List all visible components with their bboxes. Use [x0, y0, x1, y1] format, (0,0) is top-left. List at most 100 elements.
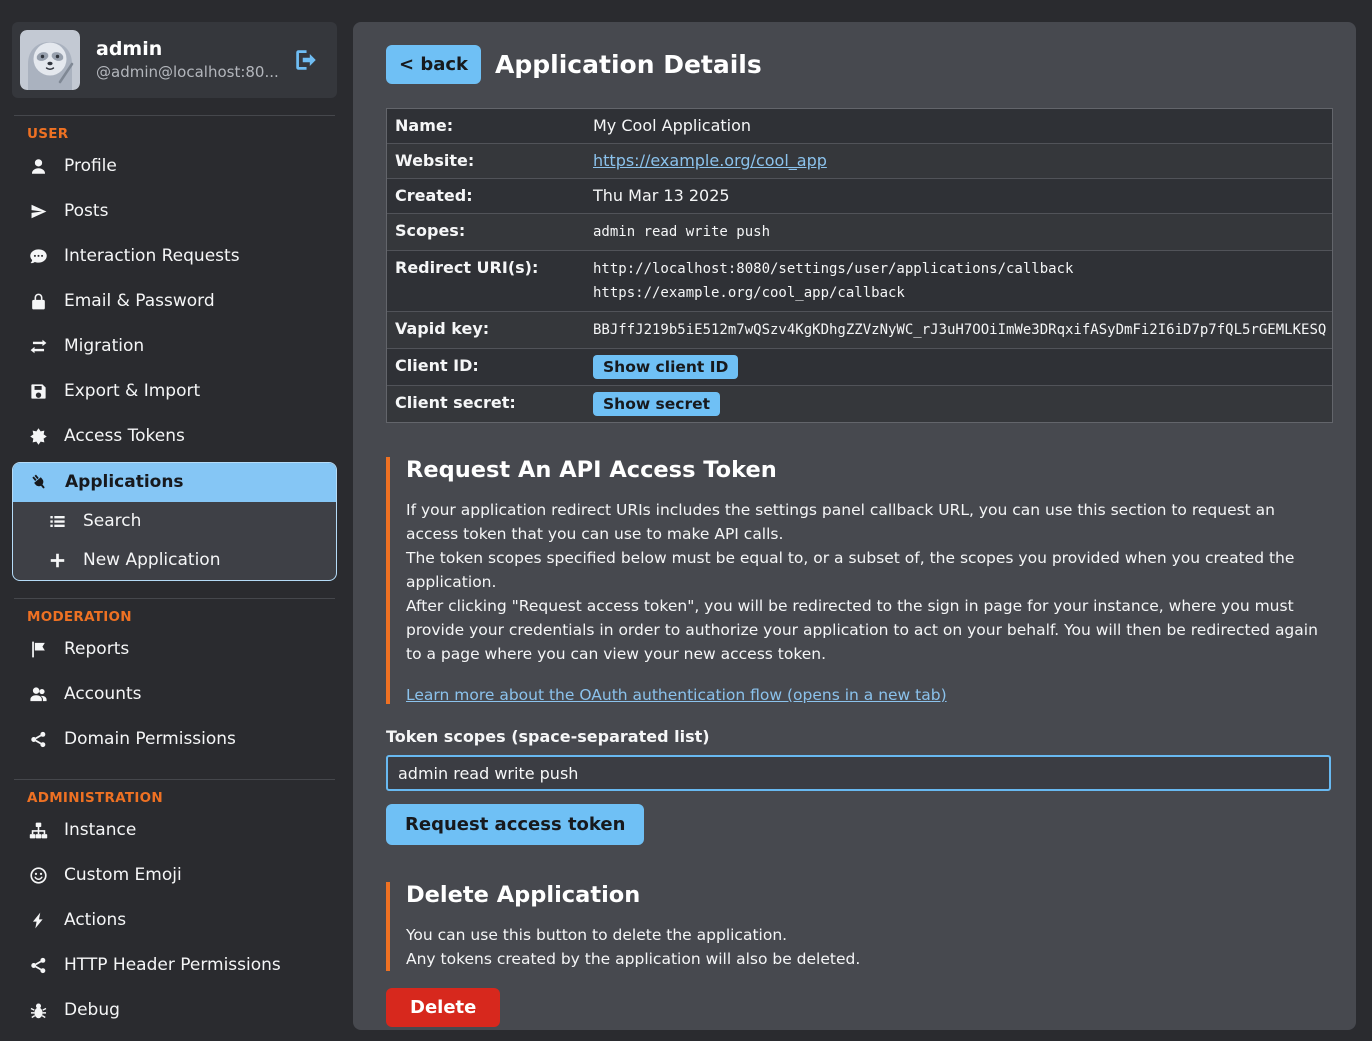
section-label-administration: ADMINISTRATION — [27, 790, 337, 806]
row-label: Vapid key: — [387, 312, 585, 348]
sidebar-item-export-import[interactable]: Export & Import — [12, 369, 337, 414]
oauth-docs-link[interactable]: Learn more about the OAuth authenticatio… — [406, 686, 947, 704]
sidebar-item-label: Search — [83, 510, 141, 533]
sidebar-item-label: Reports — [64, 638, 129, 661]
users-icon — [29, 685, 48, 704]
sidebar-item-label: Posts — [64, 200, 108, 223]
delete-application-section: Delete Application You can use this butt… — [386, 882, 1325, 1027]
page-header: < back Application Details — [386, 45, 1325, 84]
website-link[interactable]: https://example.org/cool_app — [593, 151, 827, 170]
sidebar-item-access-tokens[interactable]: Access Tokens — [12, 414, 337, 459]
token-scopes-input[interactable] — [386, 755, 1331, 791]
row-label: Name: — [387, 109, 585, 143]
description-paragraph: The token scopes specified below must be… — [406, 546, 1325, 594]
comment-dots-icon — [29, 247, 48, 266]
user-meta: admin @admin@localhost:80... — [96, 37, 277, 83]
show-client-id-button[interactable]: Show client ID — [593, 355, 738, 379]
table-row-scopes: Scopes: admin read write push — [387, 214, 1332, 251]
sidebar-item-label: Custom Emoji — [64, 864, 182, 887]
show-secret-button[interactable]: Show secret — [593, 392, 720, 416]
sidebar-item-label: Accounts — [64, 683, 142, 706]
paper-plane-icon — [29, 202, 48, 221]
sidebar-item-applications[interactable]: Applications — [13, 463, 336, 502]
plus-icon — [48, 551, 67, 570]
exchange-arrows-icon — [29, 337, 48, 356]
sidebar-item-debug[interactable]: Debug — [12, 988, 337, 1033]
sidebar-item-label: HTTP Header Permissions — [64, 954, 281, 977]
description-line: You can use this button to delete the ap… — [406, 923, 1325, 947]
share-nodes-icon — [29, 956, 48, 975]
divider — [14, 598, 335, 599]
share-nodes-icon — [29, 730, 48, 749]
row-label: Client secret: — [387, 386, 585, 422]
sidebar-item-custom-emoji[interactable]: Custom Emoji — [12, 853, 337, 898]
sidebar-item-label: Debug — [64, 999, 120, 1022]
sidebar-item-label: Export & Import — [64, 380, 200, 403]
row-label: Website: — [387, 144, 585, 178]
sidebar-item-accounts[interactable]: Accounts — [12, 672, 337, 717]
table-row-redirect-uris: Redirect URI(s): http://localhost:8080/s… — [387, 251, 1332, 312]
sidebar-item-reports[interactable]: Reports — [12, 627, 337, 672]
divider — [14, 779, 335, 780]
main-panel: < back Application Details Name: My Cool… — [353, 22, 1356, 1030]
sign-out-icon[interactable] — [293, 47, 319, 73]
back-button[interactable]: < back — [386, 45, 481, 84]
redirect-uri: http://localhost:8080/settings/user/appl… — [593, 257, 1073, 281]
section-title: Delete Application — [406, 882, 1325, 908]
delete-button[interactable]: Delete — [386, 988, 500, 1027]
floppy-disk-icon — [29, 382, 48, 401]
sitemap-icon — [29, 821, 48, 840]
row-value: My Cool Application — [585, 109, 759, 143]
applications-submenu: Search New Application — [13, 502, 336, 580]
page-title: Application Details — [495, 50, 762, 79]
delete-application-intro: Delete Application You can use this butt… — [386, 882, 1325, 971]
row-value: Thu Mar 13 2025 — [585, 179, 738, 213]
sidebar-item-http-header-permissions[interactable]: HTTP Header Permissions — [12, 943, 337, 988]
sidebar-item-applications-search[interactable]: Search — [13, 502, 336, 541]
sidebar-item-instance[interactable]: Instance — [12, 808, 337, 853]
row-value: Show secret — [585, 386, 728, 422]
plug-icon — [30, 473, 49, 492]
sidebar-item-label: Interaction Requests — [64, 245, 240, 268]
description-paragraph: If your application redirect URIs includ… — [406, 498, 1325, 546]
request-token-intro: Request An API Access Token If your appl… — [386, 457, 1325, 704]
sidebar-item-email-password[interactable]: Email & Password — [12, 279, 337, 324]
row-label: Redirect URI(s): — [387, 251, 585, 311]
application-details-table: Name: My Cool Application Website: https… — [386, 108, 1333, 423]
user-icon — [29, 157, 48, 176]
sidebar-item-label: Domain Permissions — [64, 728, 236, 751]
sidebar-item-label: Access Tokens — [64, 425, 185, 448]
sidebar-item-interaction-requests[interactable]: Interaction Requests — [12, 234, 337, 279]
user-card[interactable]: admin @admin@localhost:80... — [12, 22, 337, 98]
sidebar-item-profile[interactable]: Profile — [12, 144, 337, 189]
sidebar-item-posts[interactable]: Posts — [12, 189, 337, 234]
sidebar-item-migration[interactable]: Migration — [12, 324, 337, 369]
section-title: Request An API Access Token — [406, 457, 1325, 483]
redirect-uri: https://example.org/cool_app/callback — [593, 281, 1073, 305]
row-value: BBJffJ219b5iE512m7wQSzv4KgKDhgZZVzNyWC_r… — [585, 312, 1332, 348]
table-row-client-secret: Client secret: Show secret — [387, 386, 1332, 422]
row-value: admin read write push — [585, 214, 778, 250]
sidebar-item-actions[interactable]: Actions — [12, 898, 337, 943]
sidebar-item-label: Instance — [64, 819, 136, 842]
sidebar-item-new-application[interactable]: New Application — [13, 541, 336, 580]
section-label-user: USER — [27, 126, 337, 142]
section-label-moderation: MODERATION — [27, 609, 337, 625]
avatar — [20, 30, 80, 90]
sidebar-item-domain-permissions[interactable]: Domain Permissions — [12, 717, 337, 762]
sidebar-item-label: Email & Password — [64, 290, 215, 313]
row-value: Show client ID — [585, 349, 746, 385]
row-label: Created: — [387, 179, 585, 213]
table-row-client-id: Client ID: Show client ID — [387, 349, 1332, 386]
request-token-section: Request An API Access Token If your appl… — [386, 457, 1325, 845]
row-label: Scopes: — [387, 214, 585, 250]
sidebar-item-label: Profile — [64, 155, 117, 178]
bolt-icon — [29, 911, 48, 930]
request-access-token-button[interactable]: Request access token — [386, 804, 644, 845]
row-value: https://example.org/cool_app — [585, 144, 835, 178]
row-label: Client ID: — [387, 349, 585, 385]
table-row-name: Name: My Cool Application — [387, 109, 1332, 144]
settings-app: admin @admin@localhost:80... USER Profil… — [0, 0, 1372, 1041]
applications-group: Applications Search New Application — [12, 462, 337, 581]
user-handle: @admin@localhost:80... — [96, 62, 277, 83]
